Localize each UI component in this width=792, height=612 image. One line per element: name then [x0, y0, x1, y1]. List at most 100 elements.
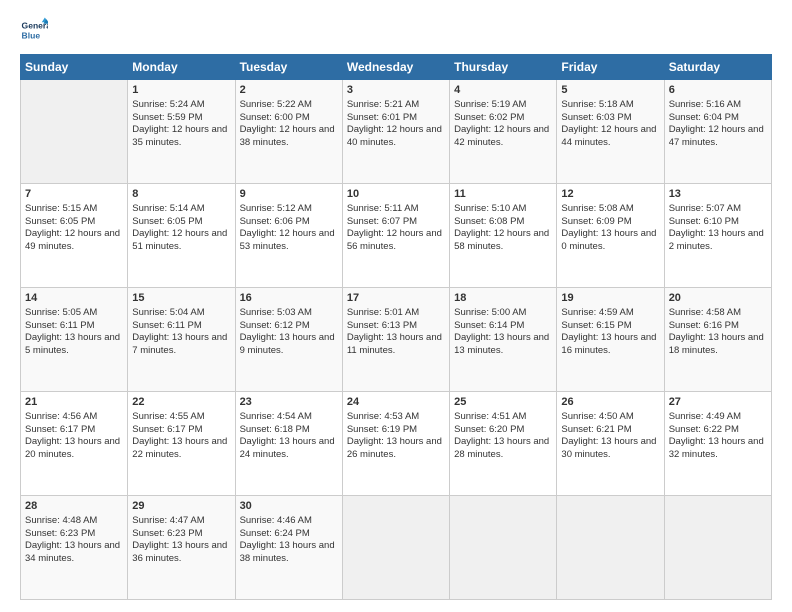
day-info: Sunrise: 5:18 AMSunset: 6:03 PMDaylight:…	[561, 99, 656, 148]
day-info: Sunrise: 4:53 AMSunset: 6:19 PMDaylight:…	[347, 411, 442, 460]
calendar-cell: 12Sunrise: 5:08 AMSunset: 6:09 PMDayligh…	[557, 184, 664, 288]
day-info: Sunrise: 5:22 AMSunset: 6:00 PMDaylight:…	[240, 99, 335, 148]
calendar-cell: 8Sunrise: 5:14 AMSunset: 6:05 PMDaylight…	[128, 184, 235, 288]
day-number: 29	[132, 499, 230, 514]
calendar-cell: 21Sunrise: 4:56 AMSunset: 6:17 PMDayligh…	[21, 392, 128, 496]
day-info: Sunrise: 4:49 AMSunset: 6:22 PMDaylight:…	[669, 411, 764, 460]
calendar-cell: 9Sunrise: 5:12 AMSunset: 6:06 PMDaylight…	[235, 184, 342, 288]
calendar-cell: 25Sunrise: 4:51 AMSunset: 6:20 PMDayligh…	[450, 392, 557, 496]
day-info: Sunrise: 5:14 AMSunset: 6:05 PMDaylight:…	[132, 203, 227, 252]
day-info: Sunrise: 5:21 AMSunset: 6:01 PMDaylight:…	[347, 99, 442, 148]
day-info: Sunrise: 5:04 AMSunset: 6:11 PMDaylight:…	[132, 307, 227, 356]
day-info: Sunrise: 4:56 AMSunset: 6:17 PMDaylight:…	[25, 411, 120, 460]
day-number: 17	[347, 291, 445, 306]
day-number: 19	[561, 291, 659, 306]
day-number: 26	[561, 395, 659, 410]
day-info: Sunrise: 5:03 AMSunset: 6:12 PMDaylight:…	[240, 307, 335, 356]
calendar-cell: 22Sunrise: 4:55 AMSunset: 6:17 PMDayligh…	[128, 392, 235, 496]
calendar-cell: 11Sunrise: 5:10 AMSunset: 6:08 PMDayligh…	[450, 184, 557, 288]
day-number: 21	[25, 395, 123, 410]
header: General Blue	[20, 16, 772, 44]
day-number: 28	[25, 499, 123, 514]
calendar-cell: 6Sunrise: 5:16 AMSunset: 6:04 PMDaylight…	[664, 80, 771, 184]
calendar-header-row: SundayMondayTuesdayWednesdayThursdayFrid…	[21, 55, 772, 80]
day-number: 15	[132, 291, 230, 306]
calendar-week-row: 7Sunrise: 5:15 AMSunset: 6:05 PMDaylight…	[21, 184, 772, 288]
calendar-cell: 7Sunrise: 5:15 AMSunset: 6:05 PMDaylight…	[21, 184, 128, 288]
day-number: 9	[240, 187, 338, 202]
calendar-cell: 3Sunrise: 5:21 AMSunset: 6:01 PMDaylight…	[342, 80, 449, 184]
day-info: Sunrise: 4:58 AMSunset: 6:16 PMDaylight:…	[669, 307, 764, 356]
day-number: 8	[132, 187, 230, 202]
calendar-cell	[557, 496, 664, 600]
day-info: Sunrise: 5:24 AMSunset: 5:59 PMDaylight:…	[132, 99, 227, 148]
weekday-header: Tuesday	[235, 55, 342, 80]
day-info: Sunrise: 5:01 AMSunset: 6:13 PMDaylight:…	[347, 307, 442, 356]
day-info: Sunrise: 5:00 AMSunset: 6:14 PMDaylight:…	[454, 307, 549, 356]
day-number: 11	[454, 187, 552, 202]
day-number: 22	[132, 395, 230, 410]
day-info: Sunrise: 4:55 AMSunset: 6:17 PMDaylight:…	[132, 411, 227, 460]
calendar-cell: 5Sunrise: 5:18 AMSunset: 6:03 PMDaylight…	[557, 80, 664, 184]
day-info: Sunrise: 4:59 AMSunset: 6:15 PMDaylight:…	[561, 307, 656, 356]
day-info: Sunrise: 5:16 AMSunset: 6:04 PMDaylight:…	[669, 99, 764, 148]
weekday-header: Wednesday	[342, 55, 449, 80]
weekday-header: Saturday	[664, 55, 771, 80]
calendar-cell: 4Sunrise: 5:19 AMSunset: 6:02 PMDaylight…	[450, 80, 557, 184]
calendar-cell: 13Sunrise: 5:07 AMSunset: 6:10 PMDayligh…	[664, 184, 771, 288]
day-info: Sunrise: 4:47 AMSunset: 6:23 PMDaylight:…	[132, 515, 227, 564]
page: General Blue SundayMondayTuesdayWednesda…	[0, 0, 792, 612]
calendar-cell: 20Sunrise: 4:58 AMSunset: 6:16 PMDayligh…	[664, 288, 771, 392]
calendar-cell: 10Sunrise: 5:11 AMSunset: 6:07 PMDayligh…	[342, 184, 449, 288]
day-number: 24	[347, 395, 445, 410]
calendar-cell: 27Sunrise: 4:49 AMSunset: 6:22 PMDayligh…	[664, 392, 771, 496]
calendar-cell: 17Sunrise: 5:01 AMSunset: 6:13 PMDayligh…	[342, 288, 449, 392]
day-info: Sunrise: 5:07 AMSunset: 6:10 PMDaylight:…	[669, 203, 764, 252]
weekday-header: Sunday	[21, 55, 128, 80]
calendar-cell	[664, 496, 771, 600]
calendar-cell	[450, 496, 557, 600]
calendar-cell: 26Sunrise: 4:50 AMSunset: 6:21 PMDayligh…	[557, 392, 664, 496]
day-info: Sunrise: 5:12 AMSunset: 6:06 PMDaylight:…	[240, 203, 335, 252]
calendar-cell: 30Sunrise: 4:46 AMSunset: 6:24 PMDayligh…	[235, 496, 342, 600]
svg-text:Blue: Blue	[22, 31, 41, 41]
day-number: 18	[454, 291, 552, 306]
calendar-week-row: 21Sunrise: 4:56 AMSunset: 6:17 PMDayligh…	[21, 392, 772, 496]
day-number: 14	[25, 291, 123, 306]
day-number: 13	[669, 187, 767, 202]
calendar-cell: 1Sunrise: 5:24 AMSunset: 5:59 PMDaylight…	[128, 80, 235, 184]
calendar-cell: 18Sunrise: 5:00 AMSunset: 6:14 PMDayligh…	[450, 288, 557, 392]
day-info: Sunrise: 5:15 AMSunset: 6:05 PMDaylight:…	[25, 203, 120, 252]
calendar-cell: 29Sunrise: 4:47 AMSunset: 6:23 PMDayligh…	[128, 496, 235, 600]
day-number: 4	[454, 83, 552, 98]
day-info: Sunrise: 4:50 AMSunset: 6:21 PMDaylight:…	[561, 411, 656, 460]
calendar-cell: 19Sunrise: 4:59 AMSunset: 6:15 PMDayligh…	[557, 288, 664, 392]
day-info: Sunrise: 5:19 AMSunset: 6:02 PMDaylight:…	[454, 99, 549, 148]
day-info: Sunrise: 4:46 AMSunset: 6:24 PMDaylight:…	[240, 515, 335, 564]
day-number: 2	[240, 83, 338, 98]
day-number: 5	[561, 83, 659, 98]
calendar-week-row: 28Sunrise: 4:48 AMSunset: 6:23 PMDayligh…	[21, 496, 772, 600]
day-info: Sunrise: 5:11 AMSunset: 6:07 PMDaylight:…	[347, 203, 442, 252]
calendar-cell: 2Sunrise: 5:22 AMSunset: 6:00 PMDaylight…	[235, 80, 342, 184]
logo-icon: General Blue	[20, 16, 48, 44]
day-number: 20	[669, 291, 767, 306]
calendar-cell: 23Sunrise: 4:54 AMSunset: 6:18 PMDayligh…	[235, 392, 342, 496]
calendar-cell	[342, 496, 449, 600]
day-number: 27	[669, 395, 767, 410]
calendar-cell: 14Sunrise: 5:05 AMSunset: 6:11 PMDayligh…	[21, 288, 128, 392]
day-info: Sunrise: 5:08 AMSunset: 6:09 PMDaylight:…	[561, 203, 656, 252]
day-number: 16	[240, 291, 338, 306]
day-number: 10	[347, 187, 445, 202]
calendar-cell: 28Sunrise: 4:48 AMSunset: 6:23 PMDayligh…	[21, 496, 128, 600]
weekday-header: Monday	[128, 55, 235, 80]
day-info: Sunrise: 4:51 AMSunset: 6:20 PMDaylight:…	[454, 411, 549, 460]
calendar-cell: 24Sunrise: 4:53 AMSunset: 6:19 PMDayligh…	[342, 392, 449, 496]
calendar-cell: 16Sunrise: 5:03 AMSunset: 6:12 PMDayligh…	[235, 288, 342, 392]
day-number: 1	[132, 83, 230, 98]
day-info: Sunrise: 4:54 AMSunset: 6:18 PMDaylight:…	[240, 411, 335, 460]
weekday-header: Thursday	[450, 55, 557, 80]
day-number: 12	[561, 187, 659, 202]
day-number: 3	[347, 83, 445, 98]
day-info: Sunrise: 4:48 AMSunset: 6:23 PMDaylight:…	[25, 515, 120, 564]
